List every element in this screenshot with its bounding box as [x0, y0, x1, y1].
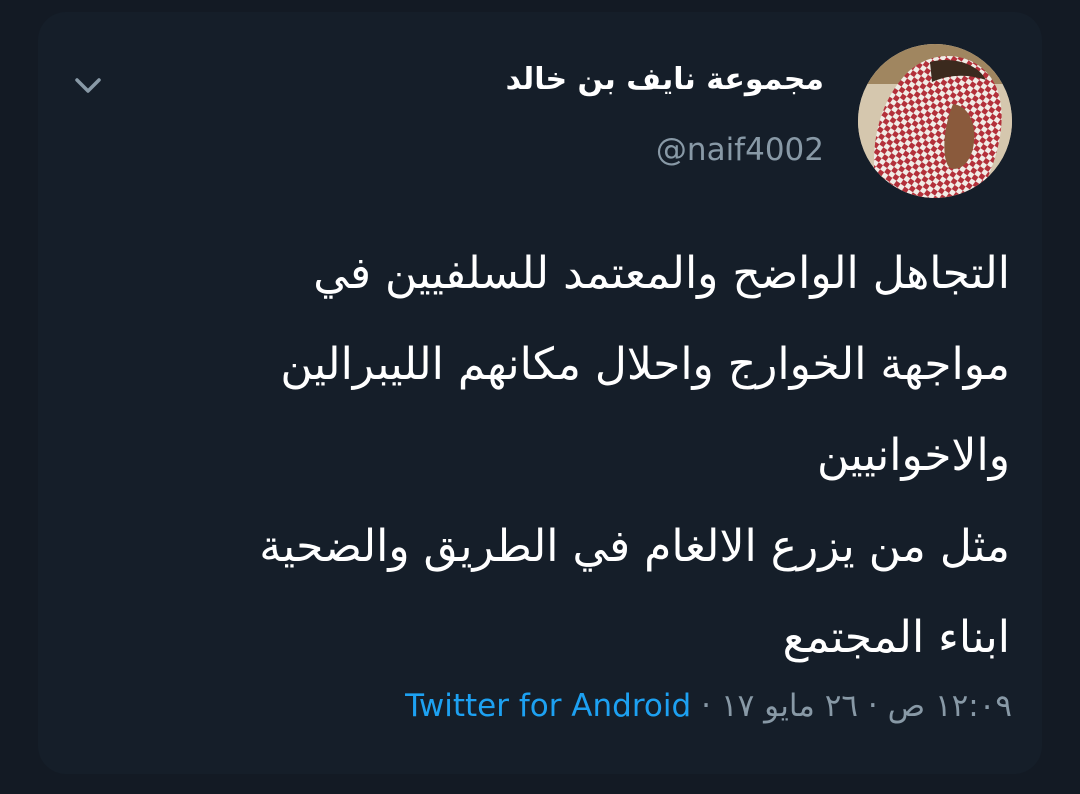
chevron-down-icon[interactable] — [68, 66, 108, 106]
tweet-meta: Twitter for Android · ١٢:٠٩ ص · ٢٦ مايو … — [405, 688, 1012, 724]
user-handle[interactable]: @naif4002 — [656, 132, 824, 168]
tweet-text-line: مثل من يزرع الالغام في الطريق والضحية — [259, 521, 1010, 572]
chevron-down-glyph — [75, 78, 101, 93]
display-name[interactable]: مجموعة نايف بن خالد — [506, 62, 824, 97]
tweet-text-line: مواجهة الخوارج واحلال مكانهم الليبرالين — [280, 339, 1010, 390]
timestamp[interactable]: ١٢:٠٩ ص · ٢٦ مايو ١٧ — [721, 688, 1012, 724]
tweet-text-line: التجاهل الواضح والمعتمد للسلفيين في — [313, 248, 1010, 299]
source-link[interactable]: Twitter for Android — [405, 688, 691, 724]
avatar[interactable] — [858, 44, 1012, 198]
tweet-text: التجاهل الواضح والمعتمد للسلفيين في مواج… — [110, 228, 1010, 683]
meta-separator: · — [701, 688, 712, 724]
tweet-text-line: ابناء المجتمع — [782, 612, 1010, 663]
tweet-text-line: والاخوانيين — [816, 430, 1010, 481]
avatar-image — [858, 44, 1012, 198]
screen: مجموعة نايف بن خالد @naif4002 التجاهل ال… — [0, 0, 1080, 794]
